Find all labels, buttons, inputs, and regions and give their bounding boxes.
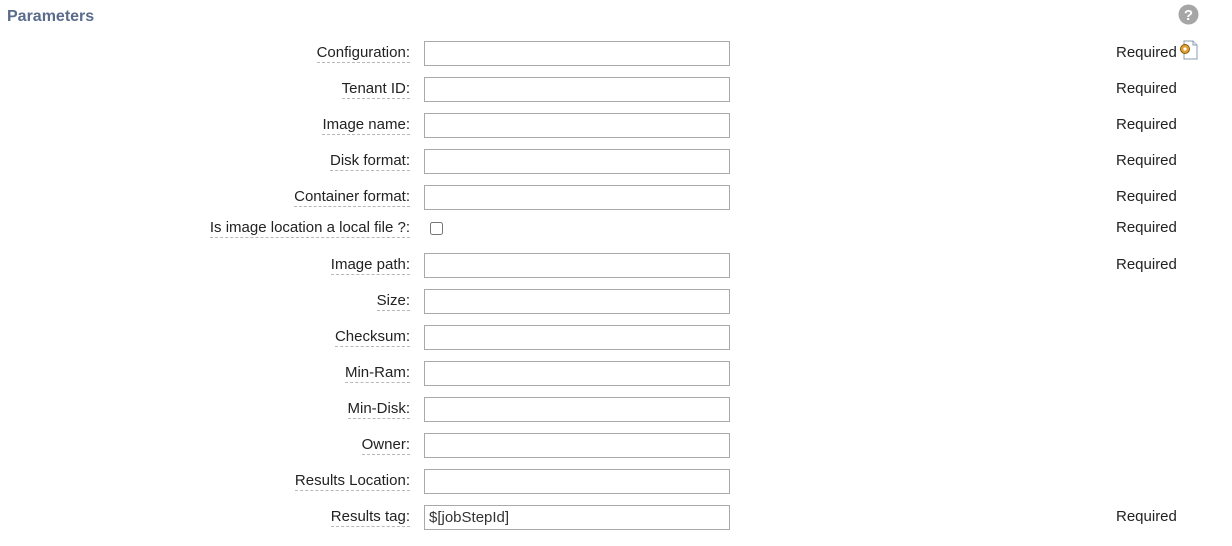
configuration-required: Required [1116,44,1177,61]
min-ram-input[interactable] [424,361,730,386]
image-name-label: Image name: [322,116,410,135]
local-file-checkbox[interactable] [430,222,443,235]
image-name-required: Required [1116,116,1177,133]
min-disk-input[interactable] [424,397,730,422]
image-path-required: Required [1116,256,1177,273]
disk-format-required: Required [1116,152,1177,169]
svg-text:?: ? [1184,7,1193,24]
tenant-id-label: Tenant ID: [341,80,410,99]
owner-input[interactable] [424,433,730,458]
configuration-label: Configuration: [316,44,410,63]
configuration-input[interactable] [424,41,730,66]
tenant-id-input[interactable] [424,77,730,102]
container-format-label: Container format: [294,188,410,207]
checksum-label: Checksum: [334,328,410,347]
container-format-input[interactable] [424,185,730,210]
help-icon[interactable]: ? [1178,4,1199,25]
image-path-label: Image path: [330,256,410,275]
image-path-input[interactable] [424,253,730,278]
results-location-input[interactable] [424,469,730,494]
section-title: Parameters [7,8,95,25]
page-gear-icon[interactable] [1178,39,1200,61]
min-ram-label: Min-Ram: [344,364,410,383]
size-input[interactable] [424,289,730,314]
local-file-label: Is image location a local file ?: [209,219,410,238]
checksum-input[interactable] [424,325,730,350]
results-location-label: Results Location: [294,472,410,491]
image-name-input[interactable] [424,113,730,138]
container-format-required: Required [1116,188,1177,205]
disk-format-input[interactable] [424,149,730,174]
tenant-id-required: Required [1116,80,1177,97]
owner-label: Owner: [361,436,410,455]
local-file-required: Required [1116,219,1177,236]
size-label: Size: [376,292,410,311]
results-tag-required: Required [1116,508,1177,525]
results-tag-input[interactable] [424,505,730,530]
disk-format-label: Disk format: [329,152,410,171]
min-disk-label: Min-Disk: [347,400,410,419]
results-tag-label: Results tag: [330,508,410,527]
